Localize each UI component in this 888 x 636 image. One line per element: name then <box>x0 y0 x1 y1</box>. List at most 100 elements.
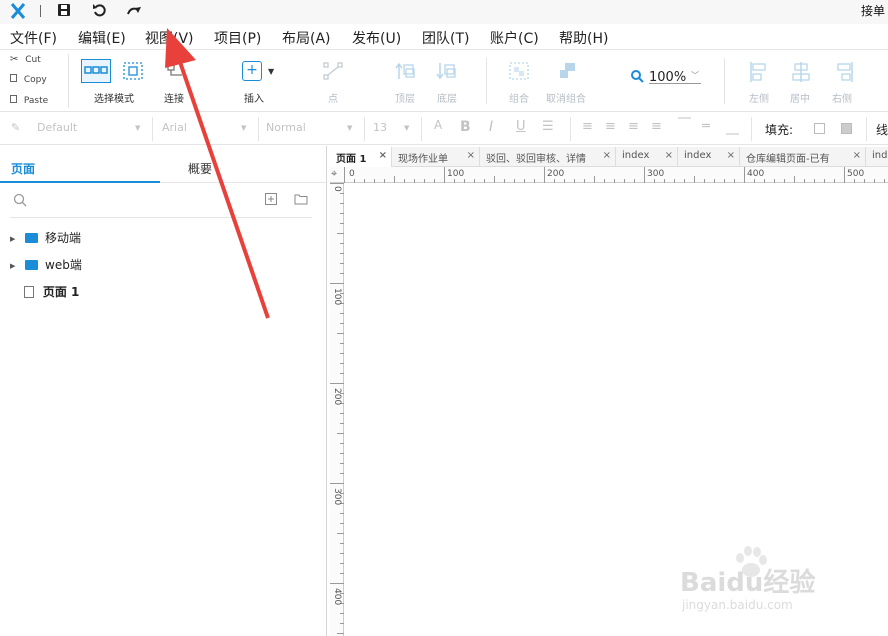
copy-button[interactable]: Copy <box>10 74 47 85</box>
tree-folder-item[interactable]: ▶ web端 <box>10 256 82 273</box>
folder-icon <box>25 233 39 243</box>
list-icon[interactable]: ☰ <box>542 119 554 134</box>
style-chevron-icon: ▼ <box>135 124 141 132</box>
left-panel: 页面 概要 ▶ 移动端 ▶ web端 页面 1 <box>0 146 327 636</box>
text-color-icon[interactable]: A <box>434 118 442 132</box>
outline-tab[interactable]: 概要 <box>160 146 326 183</box>
chevron-down-icon[interactable]: ▼ <box>268 67 274 76</box>
align-text-left-icon[interactable]: ≡ <box>582 119 593 134</box>
add-page-icon[interactable] <box>265 193 277 205</box>
doc-tab[interactable]: 驳回、驳回审核、详情 × <box>480 147 616 167</box>
add-folder-icon[interactable] <box>294 193 308 205</box>
close-icon[interactable]: × <box>603 150 611 161</box>
ungroup-icon[interactable] <box>557 61 579 81</box>
weight-select[interactable]: Normal <box>266 121 306 134</box>
close-icon[interactable]: × <box>467 150 475 161</box>
tree-page-item[interactable]: 页面 1 <box>24 283 79 300</box>
send-to-back-icon[interactable] <box>435 61 457 81</box>
menu-layout[interactable]: 布局(A) <box>282 28 331 48</box>
align-right-label: 右侧 <box>832 94 852 105</box>
doc-tab[interactable]: index × <box>678 147 740 167</box>
font-select[interactable]: Arial <box>162 121 187 134</box>
doc-tab-label: 现场作业单 <box>398 154 448 165</box>
italic-icon[interactable]: I <box>489 119 493 135</box>
point-icon[interactable] <box>322 61 344 81</box>
doc-tab[interactable]: 现场作业单 × <box>392 147 480 167</box>
ruler-label: 0 <box>349 169 355 179</box>
toolbar-separator <box>724 58 725 104</box>
tree-folder-item[interactable]: ▶ 移动端 <box>10 229 81 246</box>
underline-icon[interactable]: U <box>516 119 526 134</box>
doc-tab-label: 页面 1 <box>336 154 367 165</box>
align-text-center-icon[interactable]: ≡ <box>605 119 616 134</box>
expand-arrow-icon[interactable]: ▶ <box>10 262 15 270</box>
fill-picker-swatch[interactable] <box>841 123 852 134</box>
menu-help[interactable]: 帮助(H) <box>559 28 608 48</box>
fill-color-swatch[interactable] <box>814 123 825 134</box>
intersect-select-icon[interactable] <box>122 61 144 81</box>
menu-edit[interactable]: 编辑(E) <box>78 28 126 48</box>
close-icon[interactable]: × <box>379 150 387 161</box>
select-mode-icon <box>84 66 108 74</box>
format-separator <box>152 117 153 141</box>
size-chevron-icon: ▼ <box>404 124 410 132</box>
undo-icon[interactable] <box>92 3 106 17</box>
close-icon[interactable]: × <box>727 150 735 161</box>
line-label: 线 <box>876 123 888 137</box>
style-select[interactable]: Default <box>37 121 77 134</box>
align-text-right-icon[interactable]: ≡ <box>628 119 639 134</box>
valign-middle-icon[interactable]: ═ <box>702 119 710 134</box>
ruler-ticks <box>330 183 344 634</box>
align-right-icon[interactable] <box>832 61 854 83</box>
select-mode-button[interactable] <box>81 59 111 83</box>
search-icon[interactable] <box>13 193 27 207</box>
zoom-value: 100% <box>649 70 687 85</box>
valign-bottom-icon[interactable]: ⎽ <box>726 121 739 136</box>
font-size-select[interactable]: 13 <box>373 121 387 134</box>
doc-tab[interactable]: index × <box>616 147 678 167</box>
close-icon[interactable]: × <box>853 150 861 161</box>
menu-account[interactable]: 账户(C) <box>490 28 539 48</box>
bold-icon[interactable]: B <box>460 119 471 135</box>
menu-project[interactable]: 项目(P) <box>214 28 261 48</box>
paste-button[interactable]: Paste <box>10 95 48 106</box>
format-separator <box>421 117 422 141</box>
toolbar-separator <box>68 54 69 108</box>
zoom-select[interactable]: 100% ﹀ <box>649 66 701 85</box>
format-separator <box>364 117 365 141</box>
select-mode-label: 选择模式 <box>94 94 134 105</box>
vertical-ruler: 0 100 200 300 400 <box>330 183 344 636</box>
ruler-label: 500 <box>847 169 865 179</box>
pages-tab[interactable]: 页面 <box>0 146 160 183</box>
design-canvas[interactable]: Baidu经验 jingyan.baidu.com <box>344 184 888 636</box>
copy-icon <box>10 74 17 82</box>
align-left-icon[interactable] <box>749 61 771 83</box>
doc-tab[interactable]: 页面 1 × <box>330 147 392 167</box>
redo-icon[interactable] <box>126 3 142 17</box>
ruler-label: 100 <box>447 169 465 179</box>
menu-file[interactable]: 文件(F) <box>10 28 57 48</box>
align-text-justify-icon[interactable]: ≡ <box>651 119 662 134</box>
insert-button[interactable]: + <box>242 61 262 81</box>
align-center-icon[interactable] <box>790 61 812 83</box>
valign-top-icon[interactable]: ⎺ <box>678 117 691 132</box>
group-icon[interactable] <box>508 61 530 81</box>
close-icon[interactable]: × <box>665 150 673 161</box>
menu-team[interactable]: 团队(T) <box>422 28 469 48</box>
menu-view[interactable]: 视图(V) <box>145 28 194 48</box>
crosshair-icon[interactable]: ⌖ <box>331 167 337 181</box>
connect-icon[interactable] <box>166 62 188 80</box>
ruler-label: 300 <box>647 169 665 179</box>
bring-to-front-icon[interactable] <box>394 61 416 81</box>
tree-item-label: web端 <box>45 258 82 272</box>
expand-arrow-icon[interactable]: ▶ <box>10 235 15 243</box>
menu-publish[interactable]: 发布(U) <box>352 28 401 48</box>
ruler-ticks <box>344 167 885 183</box>
doc-tab[interactable]: 仓库编辑页面-已有 × <box>740 147 866 167</box>
ungroup-label: 取消组合 <box>546 94 586 105</box>
bottom-layer-label: 底层 <box>437 94 457 105</box>
save-icon[interactable] <box>57 3 71 17</box>
top-layer-label: 顶层 <box>395 94 415 105</box>
doc-tab[interactable]: inde <box>866 147 888 167</box>
cut-button[interactable]: ✂ Cut <box>10 54 41 65</box>
